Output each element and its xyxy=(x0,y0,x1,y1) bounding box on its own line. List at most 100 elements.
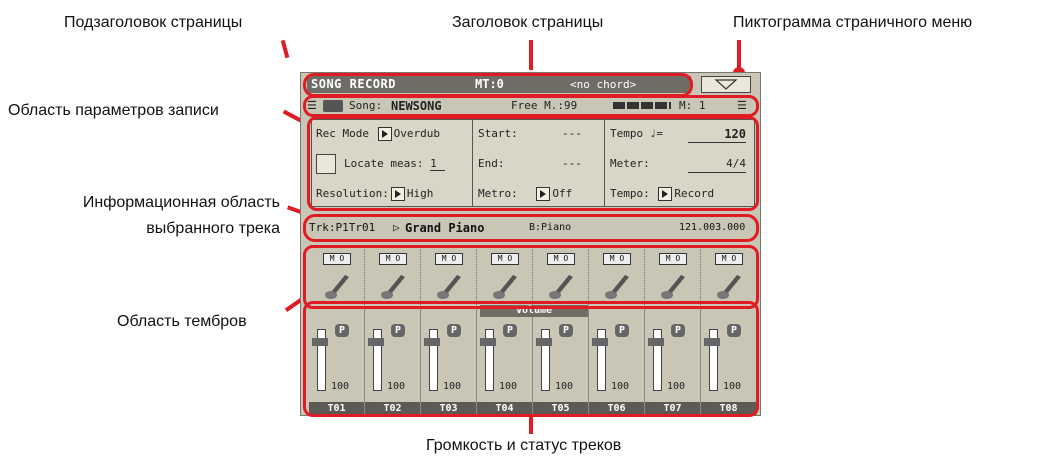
play-status-button[interactable]: P xyxy=(559,324,573,337)
leader-title xyxy=(529,40,533,70)
timbre-slot[interactable]: M O xyxy=(421,249,477,307)
page-menu-button[interactable] xyxy=(701,76,751,93)
metro-arrow-icon[interactable] xyxy=(536,187,551,201)
free-memory: Free M.:99 xyxy=(511,99,578,112)
mute-badge[interactable]: M O xyxy=(659,253,687,265)
leader-subtitle xyxy=(280,39,290,59)
volume-header: Volume xyxy=(480,305,588,317)
timbre-slot[interactable]: M O xyxy=(701,249,757,307)
metro-value[interactable]: Off xyxy=(552,187,572,200)
page-subheader: ☰ Song: NEWSONG Free M.:99 M: 1 ☰ xyxy=(307,98,755,114)
fader-knob[interactable] xyxy=(480,337,496,346)
fader-knob[interactable] xyxy=(536,337,552,346)
volume-value: 100 xyxy=(611,381,630,392)
fader-knob[interactable] xyxy=(368,337,384,346)
track-fader[interactable]: P 100 T01 xyxy=(309,307,365,415)
track-name[interactable]: T03 xyxy=(421,402,476,415)
tempo-mode-value[interactable]: Record xyxy=(674,187,714,200)
song-icon xyxy=(323,100,343,112)
track-fader[interactable]: P 100 T04 xyxy=(477,307,533,415)
play-status-button[interactable]: P xyxy=(447,324,461,337)
brass-icon xyxy=(603,267,631,301)
tempo-mode-label: Tempo: xyxy=(610,187,650,200)
callout-subtitle: Подзаголовок страницы xyxy=(64,14,243,31)
resolution-arrow-icon[interactable] xyxy=(390,187,405,201)
timbres-area: M OM OM OM OM OM OM OM O xyxy=(309,249,757,307)
leader-menu xyxy=(737,40,741,68)
page-menu-icon xyxy=(714,79,738,90)
track-fader[interactable]: P 100 T03 xyxy=(421,307,477,415)
volume-value: 100 xyxy=(555,381,574,392)
resolution-value[interactable]: High xyxy=(407,187,434,200)
end-label: End: xyxy=(478,157,505,170)
record-params-area: Rec Mode Overdub Locate meas: 1 Resoluti… xyxy=(311,119,755,207)
fader-knob[interactable] xyxy=(312,337,328,346)
track-name[interactable]: T01 xyxy=(309,402,364,415)
rec-mode-arrow-icon[interactable] xyxy=(377,127,392,141)
track-fader[interactable]: P 100 T05 xyxy=(533,307,589,415)
callout-track-info-2: выбранного трека xyxy=(146,220,280,237)
play-status-button[interactable]: P xyxy=(615,324,629,337)
memory-bar xyxy=(613,102,671,109)
track-name[interactable]: T02 xyxy=(365,402,420,415)
play-status-button[interactable]: P xyxy=(727,324,741,337)
locate-checkbox[interactable] xyxy=(316,154,336,174)
fader-knob[interactable] xyxy=(704,337,720,346)
track-name[interactable]: T08 xyxy=(701,402,756,415)
mute-badge[interactable]: M O xyxy=(435,253,463,265)
measure-counter: M: 1 xyxy=(679,99,706,112)
track-fader[interactable]: P 100 T07 xyxy=(645,307,701,415)
chord-display: <no chord> xyxy=(570,78,637,91)
timbre-slot[interactable]: M O xyxy=(365,249,421,307)
timbre-slot[interactable]: M O xyxy=(589,249,645,307)
tempo-symbol: ♩= xyxy=(649,127,663,140)
subheader-menu-icon[interactable]: ☰ xyxy=(737,98,747,114)
guitar-icon xyxy=(547,267,575,301)
tempo-mode-arrow-icon[interactable] xyxy=(658,187,673,201)
mute-badge[interactable]: M O xyxy=(323,253,351,265)
track-info-area[interactable]: Trk:P1Tr01 ▷ Grand Piano B:Piano 121.003… xyxy=(309,219,757,237)
locate-value[interactable]: 1 xyxy=(430,157,445,171)
track-name[interactable]: T06 xyxy=(589,402,644,415)
track-fader[interactable]: P 100 T02 xyxy=(365,307,421,415)
sound-name: Grand Piano xyxy=(405,221,485,235)
mute-badge[interactable]: M O xyxy=(715,253,743,265)
rec-mode-label: Rec Mode xyxy=(316,127,369,140)
divider xyxy=(604,120,605,206)
rec-mode-value[interactable]: Overdub xyxy=(394,127,440,140)
tempo-value[interactable]: 120 xyxy=(688,126,746,143)
play-status-button[interactable]: P xyxy=(671,324,685,337)
fader-knob[interactable] xyxy=(592,337,608,346)
mute-badge[interactable]: M O xyxy=(379,253,407,265)
mute-badge[interactable]: M O xyxy=(547,253,575,265)
fader-knob[interactable] xyxy=(648,337,664,346)
start-value[interactable]: --- xyxy=(562,126,582,142)
play-status-button[interactable]: P xyxy=(391,324,405,337)
mute-badge[interactable]: M O xyxy=(491,253,519,265)
meter-label: Meter: xyxy=(610,157,650,170)
song-position: 121.003.000 xyxy=(679,222,746,233)
track-fader[interactable]: P 100 T08 xyxy=(701,307,757,415)
track-fader[interactable]: P 100 T06 xyxy=(589,307,645,415)
track-name[interactable]: T07 xyxy=(645,402,700,415)
metro-label: Metro: xyxy=(478,187,518,200)
timbre-slot[interactable]: M O xyxy=(477,249,533,307)
play-status-button[interactable]: P xyxy=(335,324,349,337)
divider xyxy=(472,120,473,206)
timbre-slot[interactable]: M O xyxy=(309,249,365,307)
song-record-screen: SONG RECORD MT:0 <no chord> ☰ Song: NEWS… xyxy=(300,72,761,417)
song-name[interactable]: NEWSONG xyxy=(391,98,442,114)
track-name[interactable]: T04 xyxy=(477,402,532,415)
track-name[interactable]: T05 xyxy=(533,402,588,415)
keys-icon xyxy=(715,267,743,301)
fader-knob[interactable] xyxy=(424,337,440,346)
page-header: SONG RECORD MT:0 <no chord> xyxy=(307,76,691,93)
play-status-button[interactable]: P xyxy=(503,324,517,337)
mute-badge[interactable]: M O xyxy=(603,253,631,265)
start-label: Start: xyxy=(478,127,518,140)
volume-value: 100 xyxy=(723,381,742,392)
timbre-slot[interactable]: M O xyxy=(533,249,589,307)
meter-value[interactable]: 4/4 xyxy=(688,156,746,173)
end-value[interactable]: --- xyxy=(562,156,582,172)
timbre-slot[interactable]: M O xyxy=(645,249,701,307)
